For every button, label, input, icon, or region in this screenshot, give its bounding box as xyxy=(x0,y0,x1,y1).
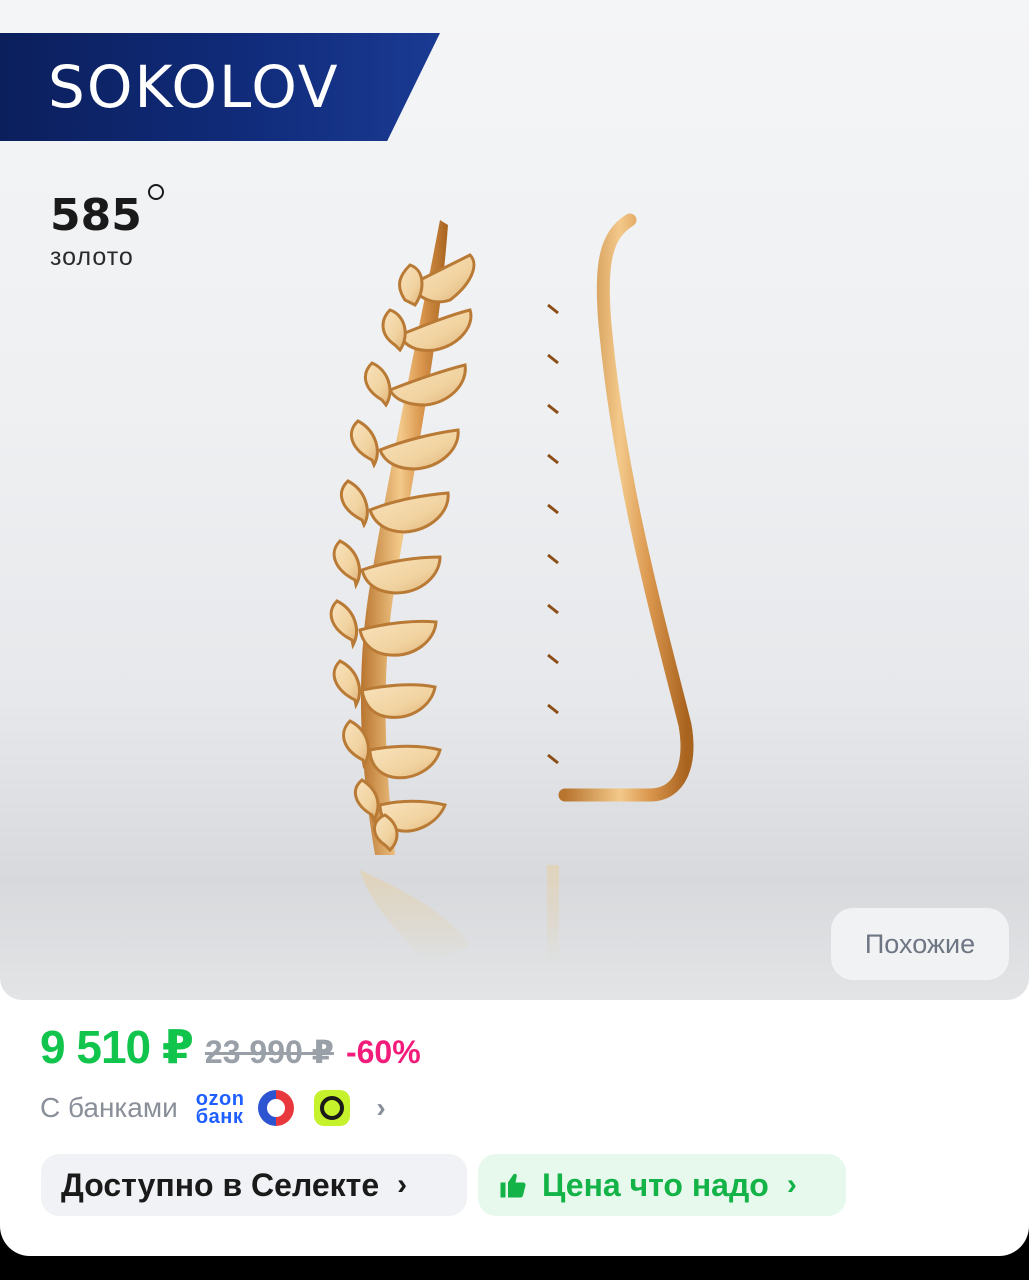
thumbs-up-icon xyxy=(500,1173,526,1198)
good-price-button[interactable]: Цена что надо › xyxy=(478,1154,846,1216)
hook-earring xyxy=(546,213,694,862)
ozon-bank-icon: ozon банк xyxy=(195,1089,245,1128)
similar-button[interactable]: Похожие xyxy=(831,908,1009,980)
earring-image xyxy=(329,213,694,965)
degree-icon xyxy=(147,184,164,200)
price-row: 9 510 ₽ 23 990 ₽ -60% xyxy=(40,1020,421,1074)
metal-badge: 585 золото xyxy=(50,184,164,272)
product-card[interactable]: SOKOLOV 585 золото Похожие 9 510 ₽ 23 99… xyxy=(0,0,1029,1256)
ozon-bank-line2: банк xyxy=(195,1106,244,1128)
discount-badge: -60% xyxy=(345,1034,421,1070)
earring-reflection xyxy=(360,865,559,965)
leaf-earring xyxy=(329,220,476,855)
select-availability-button[interactable]: Доступно в Селекте › xyxy=(41,1154,467,1216)
price-old: 23 990 ₽ xyxy=(204,1034,334,1070)
bank-lime-icon xyxy=(314,1090,351,1126)
price-current: 9 510 ₽ xyxy=(40,1021,194,1073)
chevron-right-icon: › xyxy=(397,1168,408,1201)
banks-label: С банками xyxy=(40,1092,178,1123)
chevron-right-icon: › xyxy=(786,1168,797,1201)
brand-banner: SOKOLOV xyxy=(0,33,440,141)
banks-row[interactable]: С банками ozon банк › xyxy=(40,1084,386,1132)
good-price-label: Цена что надо xyxy=(542,1166,769,1203)
metal-purity: 585 xyxy=(50,184,164,241)
brand-name: SOKOLOV xyxy=(48,53,340,121)
product-image-area[interactable]: SOKOLOV 585 золото Похожие xyxy=(0,0,1029,1000)
metal-type: золото xyxy=(50,243,134,271)
select-label: Доступно в Селекте xyxy=(61,1166,380,1203)
bank-red-blue-icon xyxy=(258,1090,295,1126)
metal-purity-value: 585 xyxy=(50,190,142,241)
chevron-right-icon: › xyxy=(376,1092,386,1123)
